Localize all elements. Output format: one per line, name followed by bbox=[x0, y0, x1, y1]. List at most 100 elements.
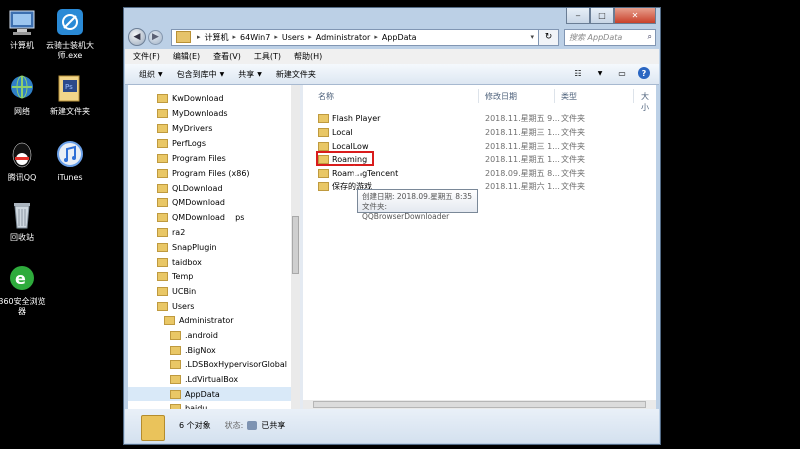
nav-item[interactable]: QLDownload bbox=[157, 181, 223, 195]
nav-item[interactable]: baidu bbox=[170, 401, 207, 409]
column-header-type[interactable]: 类型 bbox=[561, 91, 577, 105]
nav-item[interactable]: Temp bbox=[157, 269, 193, 283]
folder-icon bbox=[157, 123, 168, 133]
menu-bar: 文件(F) 编辑(E) 查看(V) 工具(T) 帮助(H) bbox=[125, 49, 659, 64]
share-button[interactable]: 共享 ▼ bbox=[238, 69, 262, 80]
desktop-icon-computer[interactable]: 计算机 bbox=[0, 8, 48, 51]
folder-icon bbox=[318, 169, 329, 178]
breadcrumb-appdata[interactable]: AppData bbox=[382, 33, 417, 42]
menu-edit[interactable]: 编辑(E) bbox=[173, 51, 200, 62]
file-row[interactable]: Flash Player 2018.11.星期五 9... 文件夹 bbox=[315, 112, 646, 126]
column-separator[interactable] bbox=[633, 89, 634, 103]
column-header-name[interactable]: 名称 bbox=[318, 91, 334, 105]
nav-item[interactable]: .BigNox bbox=[170, 343, 216, 357]
nav-scrollbar[interactable] bbox=[291, 85, 300, 409]
nav-item[interactable]: ra2 bbox=[157, 225, 185, 239]
horizontal-scrollbar[interactable] bbox=[303, 400, 656, 409]
help-icon: ? bbox=[638, 67, 650, 79]
nav-item[interactable]: Administrator bbox=[164, 313, 234, 327]
maximize-button[interactable]: □ bbox=[590, 8, 614, 24]
folder-icon bbox=[318, 128, 329, 137]
highlight-box bbox=[316, 151, 374, 166]
folder-icon bbox=[164, 315, 175, 325]
nav-item[interactable]: KwDownload bbox=[157, 91, 224, 105]
desktop-icon-network[interactable]: 网络 bbox=[0, 74, 48, 117]
view-dropdown-button[interactable]: ▼ bbox=[593, 67, 607, 79]
breadcrumb-drive[interactable]: 64Win7 bbox=[240, 33, 270, 42]
folder-icon bbox=[157, 153, 168, 163]
folder-icon: Ps bbox=[54, 74, 86, 104]
search-input[interactable]: 搜索 AppData ⌕ bbox=[564, 28, 656, 46]
view-options-button[interactable]: ☷ bbox=[571, 67, 585, 79]
back-button[interactable]: ◀ bbox=[128, 28, 146, 46]
column-header-size[interactable]: 大小 bbox=[641, 91, 656, 112]
column-separator[interactable] bbox=[478, 89, 479, 103]
breadcrumb-computer[interactable]: 计算机 bbox=[205, 32, 229, 43]
object-count: 6 个对象 bbox=[179, 421, 211, 430]
desktop-icon-recycle-bin[interactable]: 回收站 bbox=[0, 200, 48, 243]
desktop-icon-browser[interactable]: e 360安全浏览器 bbox=[0, 264, 48, 317]
command-toolbar: 组织 ▼ 包含到库中 ▼ 共享 ▼ 新建文件夹 ☷ ▼ ▭ ? bbox=[125, 64, 659, 85]
folder-icon bbox=[170, 330, 181, 340]
file-row[interactable]: Local 2018.11.星期三 1... 文件夹 bbox=[315, 126, 646, 140]
desktop-icon-app[interactable]: 云骑士装机大师.exe bbox=[44, 8, 96, 61]
nav-item[interactable]: .LdVirtualBox bbox=[170, 372, 238, 386]
folder-icon bbox=[157, 227, 168, 237]
nav-item[interactable]: Program Files bbox=[157, 151, 226, 165]
nav-item[interactable]: PerfLogs bbox=[157, 136, 206, 150]
nav-item[interactable]: MyDownloads bbox=[157, 106, 228, 120]
nav-item[interactable]: Users bbox=[157, 299, 194, 313]
details-pane: 6 个对象 状态: 已共享 bbox=[125, 409, 659, 443]
preview-pane-button[interactable]: ▭ bbox=[615, 67, 629, 79]
nav-item[interactable]: MyDrivers bbox=[157, 121, 212, 135]
folder-icon bbox=[157, 108, 168, 118]
desktop-icon-itunes[interactable]: iTunes bbox=[44, 140, 96, 183]
nav-item[interactable]: UCBin bbox=[157, 284, 196, 298]
menu-help[interactable]: 帮助(H) bbox=[294, 51, 322, 62]
chevron-down-icon[interactable]: ▾ bbox=[530, 33, 534, 41]
menu-tools[interactable]: 工具(T) bbox=[254, 51, 281, 62]
folder-icon bbox=[170, 389, 181, 399]
column-separator[interactable] bbox=[554, 89, 555, 103]
nav-item[interactable]: Program Files (x86) bbox=[157, 166, 250, 180]
status-label: 状态: bbox=[224, 421, 244, 430]
chevron-right-icon: ▸ bbox=[197, 33, 201, 41]
folder-icon bbox=[157, 93, 168, 103]
forward-button[interactable]: ▶ bbox=[148, 29, 163, 45]
menu-view[interactable]: 查看(V) bbox=[213, 51, 241, 62]
breadcrumb-administrator[interactable]: Administrator bbox=[316, 33, 371, 42]
help-button[interactable]: ? bbox=[637, 67, 651, 79]
address-row: ◀ ▶ ▸ 计算机 ▸ 64Win7 ▸ Users ▸ Administrat… bbox=[128, 27, 656, 47]
desktop-icon-folder[interactable]: Ps 新建文件夹 bbox=[44, 74, 96, 117]
new-folder-button[interactable]: 新建文件夹 bbox=[276, 69, 316, 80]
menu-file[interactable]: 文件(F) bbox=[133, 51, 160, 62]
folder-icon bbox=[318, 182, 329, 191]
nav-item[interactable]: taidbox bbox=[157, 255, 202, 269]
nav-item[interactable]: .LDSBoxHypervisorGlobal bbox=[170, 357, 287, 371]
desktop-icon-qq[interactable]: 腾讯QQ bbox=[0, 140, 48, 183]
scrollbar-thumb[interactable] bbox=[292, 216, 299, 274]
nav-item[interactable]: .android bbox=[170, 328, 218, 342]
nav-item[interactable]: SnapPlugin bbox=[157, 240, 217, 254]
preview-pane-icon: ▭ bbox=[618, 68, 626, 78]
network-icon bbox=[6, 74, 38, 104]
chevron-right-icon: ▸ bbox=[374, 33, 378, 41]
include-in-library-button[interactable]: 包含到库中 ▼ bbox=[177, 69, 225, 80]
chevron-down-icon: ▼ bbox=[158, 70, 163, 78]
scrollbar-thumb[interactable] bbox=[313, 401, 646, 408]
address-bar[interactable]: ▸ 计算机 ▸ 64Win7 ▸ Users ▸ Administrator ▸… bbox=[171, 28, 539, 46]
nav-item[interactable]: QMDownload bbox=[157, 195, 225, 209]
organize-button[interactable]: 组织 ▼ bbox=[139, 69, 163, 80]
nav-item-appdata-selected[interactable]: AppData bbox=[128, 387, 298, 401]
title-bar[interactable]: ‒ □ ✕ bbox=[124, 8, 660, 28]
folder-icon bbox=[318, 114, 329, 123]
nav-item[interactable]: QMDownload ps bbox=[157, 210, 244, 224]
file-row[interactable]: RoamingTencent 2018.09.星期五 8... 文件夹 bbox=[315, 167, 646, 181]
refresh-button[interactable]: ↻ bbox=[539, 28, 559, 46]
column-header-date[interactable]: 修改日期 bbox=[485, 91, 517, 105]
minimize-button[interactable]: ‒ bbox=[566, 8, 590, 24]
breadcrumb-users[interactable]: Users bbox=[282, 33, 304, 42]
view-list-icon: ☷ bbox=[574, 68, 582, 78]
close-button[interactable]: ✕ bbox=[614, 8, 656, 24]
navigation-pane: KwDownload MyDownloads MyDrivers PerfLog… bbox=[128, 85, 298, 409]
